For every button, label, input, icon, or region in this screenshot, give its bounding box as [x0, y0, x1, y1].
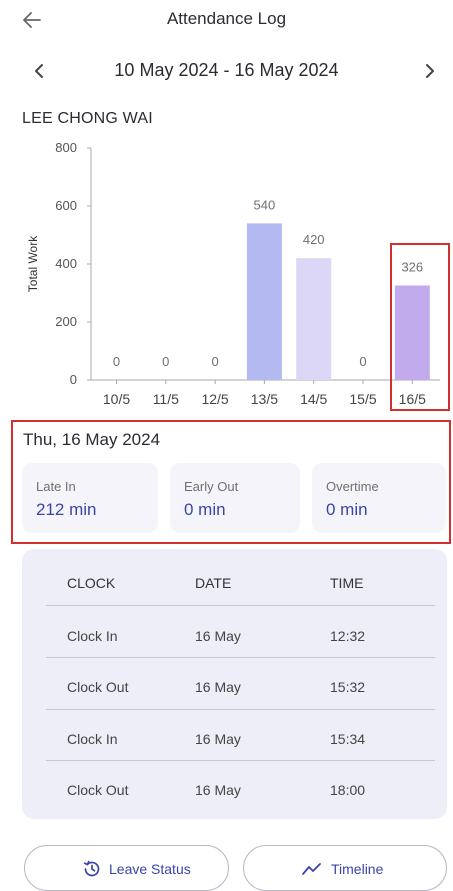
overtime-value: 0 min: [326, 500, 368, 519]
bar-14-5: [296, 258, 332, 380]
history-icon: [83, 860, 100, 877]
x-tick-label: 16/5: [399, 391, 426, 407]
row-date: 16 May: [195, 679, 241, 695]
leave-status-button[interactable]: Leave Status: [24, 845, 229, 891]
row-time: 18:00: [330, 782, 366, 798]
row-date: 16 May: [195, 628, 241, 644]
late-in-label: Late In: [36, 479, 76, 494]
overtime-label: Overtime: [326, 479, 379, 494]
header-time: TIME: [330, 575, 364, 591]
row-clock-type: Clock In: [67, 628, 118, 644]
row-date: 16 May: [195, 782, 241, 798]
y-tick-label: 800: [55, 140, 77, 155]
y-tick-label: 400: [55, 256, 77, 271]
x-tick-label: 15/5: [349, 391, 376, 407]
late-in-value: 212 min: [36, 500, 97, 519]
x-tick-label: 13/5: [251, 391, 278, 407]
clock-records-table: CLOCK DATE TIME Clock In 16 May 12:32 Cl…: [22, 549, 447, 819]
row-clock-type: Clock Out: [67, 679, 129, 695]
row-clock-type: Clock In: [67, 731, 118, 747]
y-axis-label: Total Work: [26, 235, 40, 292]
bar-value-label: 420: [303, 232, 325, 247]
overtime-card: Overtime 0 min: [312, 463, 446, 533]
bar-value-label: 0: [211, 354, 218, 369]
table-row: Clock Out 16 May 15:32: [46, 657, 435, 717]
header-clock: CLOCK: [67, 575, 116, 591]
table-row: Clock Out 16 May 18:00: [46, 760, 435, 820]
header-date: DATE: [195, 575, 232, 591]
app-header: Attendance Log: [0, 0, 453, 40]
late-in-card: Late In 212 min: [22, 463, 158, 533]
bar-16-5: [394, 285, 430, 380]
y-tick-label: 0: [70, 372, 77, 387]
date-range-label: 10 May 2024 - 16 May 2024: [114, 60, 339, 80]
timeline-label: Timeline: [331, 861, 384, 877]
row-clock-type: Clock Out: [67, 782, 129, 798]
early-out-card: Early Out 0 min: [170, 463, 300, 533]
date-range-bar: 10 May 2024 - 16 May 2024: [0, 55, 453, 87]
bar-value-label: 0: [359, 354, 366, 369]
bar-value-label: 0: [162, 354, 169, 369]
leave-status-label: Leave Status: [109, 861, 191, 877]
row-time: 15:32: [330, 679, 366, 695]
timeline-button[interactable]: Timeline: [243, 845, 447, 891]
x-tick-label: 11/5: [153, 391, 179, 407]
chevron-right-icon: [426, 64, 434, 78]
page-title: Attendance Log: [166, 9, 287, 28]
bar-13-5: [246, 223, 282, 380]
table-header: CLOCK DATE TIME: [46, 549, 435, 606]
early-out-label: Early Out: [184, 479, 239, 494]
bar-value-label: 540: [254, 197, 276, 212]
total-work-bar-chart: 0 200 400 600 800 Total Work 0 10/5 0 11/5 0 12/5 54…: [26, 140, 440, 407]
employee-name: LEE CHONG WAI: [22, 110, 153, 127]
bar-value-label: 326: [401, 259, 423, 274]
row-date: 16 May: [195, 731, 241, 747]
next-week-button[interactable]: [416, 57, 444, 85]
x-tick-label: 10/5: [103, 391, 130, 407]
trend-line-icon: [302, 863, 321, 875]
bar-value-label: 0: [113, 354, 120, 369]
x-tick-label: 12/5: [201, 391, 228, 407]
early-out-value: 0 min: [184, 500, 226, 519]
row-time: 12:32: [330, 628, 366, 644]
row-time: 15:34: [330, 731, 366, 747]
selected-day-title: Thu, 16 May 2024: [23, 430, 161, 449]
y-tick-label: 200: [55, 314, 77, 329]
y-tick-label: 600: [55, 198, 77, 213]
x-tick-label: 14/5: [300, 391, 327, 407]
